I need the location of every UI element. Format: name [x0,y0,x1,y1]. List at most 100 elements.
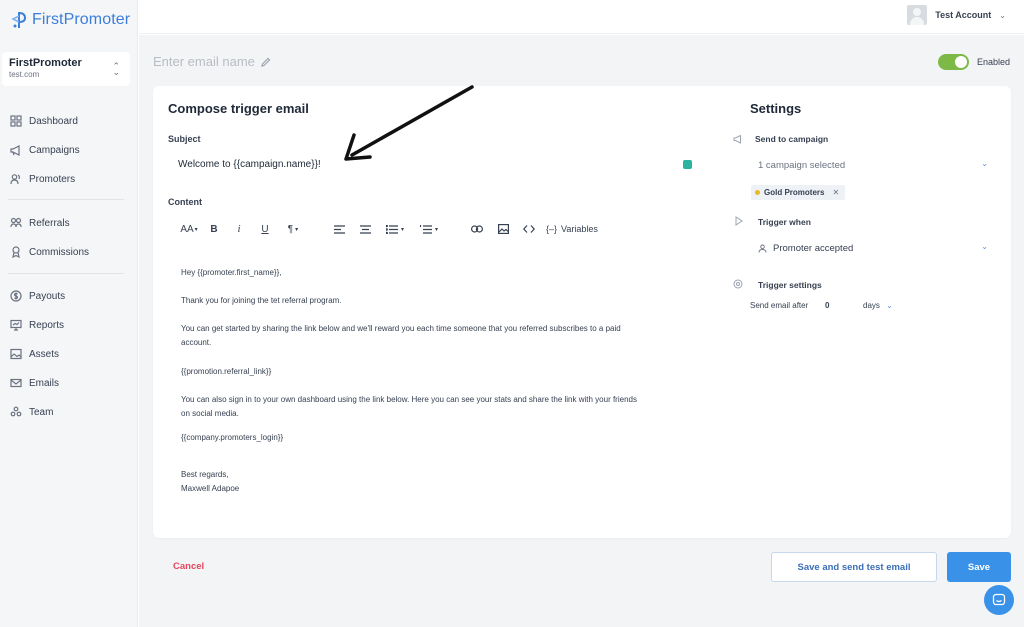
sidebar-item-team[interactable]: Team [10,402,53,422]
user-name: Test Account [935,10,992,20]
campaign-tag: Gold Promoters ✕ [751,185,846,200]
trigger-settings-label: Trigger settings [758,280,822,290]
avatar [907,5,928,25]
save-button[interactable]: Save [947,552,1011,582]
image-button[interactable] [490,220,516,238]
logo-text: FirstPromoter [32,11,131,28]
close-icon[interactable]: ✕ [832,188,839,197]
align-center-button[interactable] [352,220,378,238]
pencil-icon[interactable] [261,57,271,67]
body-line: Thank you for joining the tet referral p… [181,296,342,305]
trigger-select-value: Promoter accepted [773,242,854,254]
sidebar-item-dashboard[interactable]: Dashboard [10,111,78,131]
link-icon [471,225,483,233]
sidebar-item-label: Payouts [29,290,66,302]
trigger-when-label: Trigger when [758,217,811,227]
image-icon [497,224,509,234]
variables-button[interactable]: {–} Variables [542,220,598,238]
cancel-button[interactable]: Cancel [173,561,204,572]
underline-button[interactable]: U [252,220,278,238]
code-button[interactable] [516,220,542,238]
account-name: FirstPromoter [9,57,82,69]
logo[interactable]: FirstPromoter [10,10,130,30]
body-line: {{promotion.referral_link}} [181,367,272,376]
send-after-input[interactable]: 0 [825,301,829,310]
user-icon [758,244,767,253]
subject-label: Subject [168,134,201,144]
caret-down-icon: ▾ [194,226,198,233]
sidebar-item-label: Team [29,406,54,418]
email-name-placeholder: Enter email name [153,54,255,69]
logo-icon [11,12,27,28]
align-left-button[interactable] [326,220,352,238]
sidebar-item-label: Commissions [29,246,90,258]
chat-launcher-button[interactable] [984,585,1014,615]
sidebar-item-commissions[interactable]: Commissions [10,242,89,262]
team-icon [10,406,22,417]
commission-icon [12,246,20,258]
body-line: You can get started by sharing the link … [181,324,621,333]
sidebar-item-campaigns[interactable]: Campaigns [10,140,80,160]
dollar-icon [10,290,22,302]
sidebar-item-label: Referrals [29,217,70,229]
campaign-select-value: 1 campaign selected [758,159,846,171]
chevron-down-icon: ⌄ [981,242,988,251]
chevron-down-icon: ⌄ [981,159,988,168]
enabled-toggle[interactable] [938,54,969,70]
bullet-list-icon [385,224,398,234]
subject-value: Welcome to {{campaign.name}}! [178,159,321,170]
code-icon [523,225,535,233]
bold-button[interactable]: B [202,220,226,238]
font-size-label: AA [180,223,194,235]
numbered-list-button[interactable]: ▾ [412,220,446,238]
compose-title: Compose trigger email [168,101,309,116]
account-switcher[interactable]: FirstPromoter test.com ⌃ ⌄ [2,52,130,86]
sidebar-item-label: Promoters [29,173,76,185]
image-icon [10,348,22,360]
trigger-select[interactable]: Promoter accepted ⌄ [758,239,988,257]
content-label: Content [168,197,202,207]
body-line: You can also sign in to your own dashboa… [181,395,637,404]
settings-title: Settings [750,101,802,116]
font-size-button[interactable]: AA ▾ [176,220,202,238]
body-line: {{company.promoters_login}} [181,433,284,442]
variables-label: Variables [561,224,598,234]
save-and-send-test-button[interactable]: Save and send test email [771,552,937,582]
email-name-field[interactable]: Enter email name [153,54,271,69]
campaign-select[interactable]: 1 campaign selected ⌄ [758,156,988,174]
body-line: Hey {{promoter.first_name}}, [181,268,282,277]
envelope-icon [10,378,22,388]
chevron-down-icon: ⌄ [886,301,893,310]
paragraph-label: ¶ [287,223,294,235]
sidebar-item-label: Emails [29,377,60,389]
caret-down-icon: ▾ [434,226,438,233]
braces-icon: {–} [546,224,558,234]
sidebar-item-label: Dashboard [29,115,78,127]
paragraph-button[interactable]: ¶ ▾ [278,220,308,238]
megaphone-icon [733,134,741,144]
link-button[interactable] [464,220,490,238]
variable-picker-icon[interactable] [683,160,692,169]
user-menu[interactable]: Test Account ⌄ [907,5,1006,25]
tag-dot [755,190,760,195]
sidebar-item-payouts[interactable]: Payouts [10,286,65,306]
dashboard-icon [10,115,22,127]
sidebar-item-reports[interactable]: Reports [10,315,64,335]
enabled-label: Enabled [977,57,1011,67]
sidebar-item-referrals[interactable]: Referrals [10,213,70,233]
sidebar-item-promoters[interactable]: Promoters [10,169,75,189]
bullet-list-button[interactable]: ▾ [378,220,412,238]
italic-button[interactable]: i [226,220,252,238]
sidebar-item-label: Assets [29,348,60,360]
play-icon [735,216,743,226]
users-icon [10,174,20,185]
send-after-label: Send email after [750,301,809,310]
editor-toolbar: AA ▾ B i U ¶ ▾ ▾ ▾ {–} Variables [176,220,598,238]
chevron-down-icon: ⌄ [999,10,1006,20]
send-after-unit-select[interactable]: days ⌄ [863,301,893,310]
sidebar-item-label: Campaigns [29,144,80,156]
sidebar-item-assets[interactable]: Assets [10,344,59,364]
nav-divider [8,273,124,274]
align-left-icon [333,224,345,234]
sidebar-item-emails[interactable]: Emails [10,373,59,393]
